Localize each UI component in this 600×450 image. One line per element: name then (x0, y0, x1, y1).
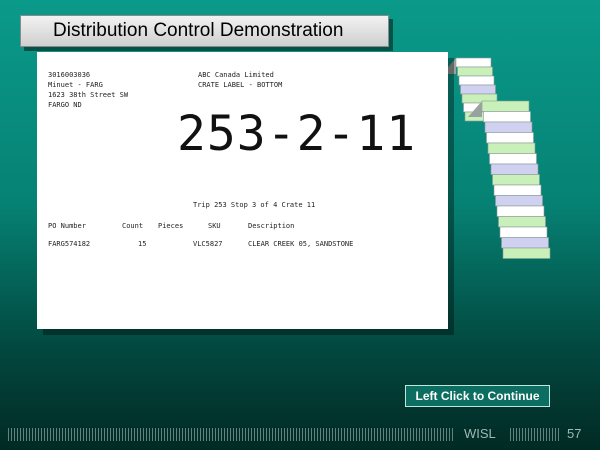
row-po-number: FARG574182 (48, 240, 91, 248)
page-number: 57 (567, 426, 582, 441)
strip-label (455, 57, 492, 68)
strip-label (486, 132, 534, 144)
column-header-description: Description (248, 222, 295, 230)
label-account-number: 3016003036 (48, 71, 91, 79)
strip-label (489, 153, 537, 165)
label-street-address: 1623 38th Street SW (48, 91, 129, 99)
footer-barcode-right (510, 428, 560, 441)
strip-label (499, 226, 548, 238)
strip-label (487, 142, 536, 154)
row-sku: VLC5827 (193, 240, 223, 248)
label-company-name: ABC Canada Limited (198, 71, 274, 79)
column-header-pieces: Pieces (158, 222, 184, 230)
footer-brand: WISL (464, 426, 496, 441)
strip-label (457, 66, 493, 77)
column-header-sku: SKU (208, 222, 221, 230)
strip-label (493, 184, 542, 196)
strip-label (481, 100, 530, 112)
label-store-name: Minuet - FARG (48, 81, 103, 89)
continue-button[interactable]: Left Click to Continue (405, 385, 550, 407)
label-type: CRATE LABEL - BOTTOM (198, 81, 283, 89)
strip-label (458, 75, 495, 86)
strip-label (460, 84, 496, 95)
strip-label (498, 216, 546, 228)
row-description: CLEAR CREEK 05, SANDSTONE (248, 240, 354, 248)
strip-label (495, 195, 543, 207)
strip-label (502, 247, 551, 259)
strip-label (492, 174, 540, 186)
footer-barcode-left (8, 428, 455, 441)
strip-label (496, 205, 545, 217)
strip-label (484, 121, 533, 133)
strip-label (501, 237, 549, 249)
trip-stop-line: Trip 253 Stop 3 of 4 Crate 11 (193, 201, 316, 209)
strip-label (483, 111, 531, 123)
column-header-count: Count (122, 222, 144, 230)
crate-label-card: 3016003036 Minuet - FARG 1623 38th Stree… (37, 52, 448, 329)
strip-label (490, 163, 539, 175)
row-count: 15 (138, 240, 147, 248)
label-city-state: FARGO ND (48, 101, 82, 109)
crate-number: 253-2-11 (177, 106, 417, 162)
column-header-po-number: PO Number (48, 222, 86, 230)
label-strip-front (468, 100, 551, 259)
